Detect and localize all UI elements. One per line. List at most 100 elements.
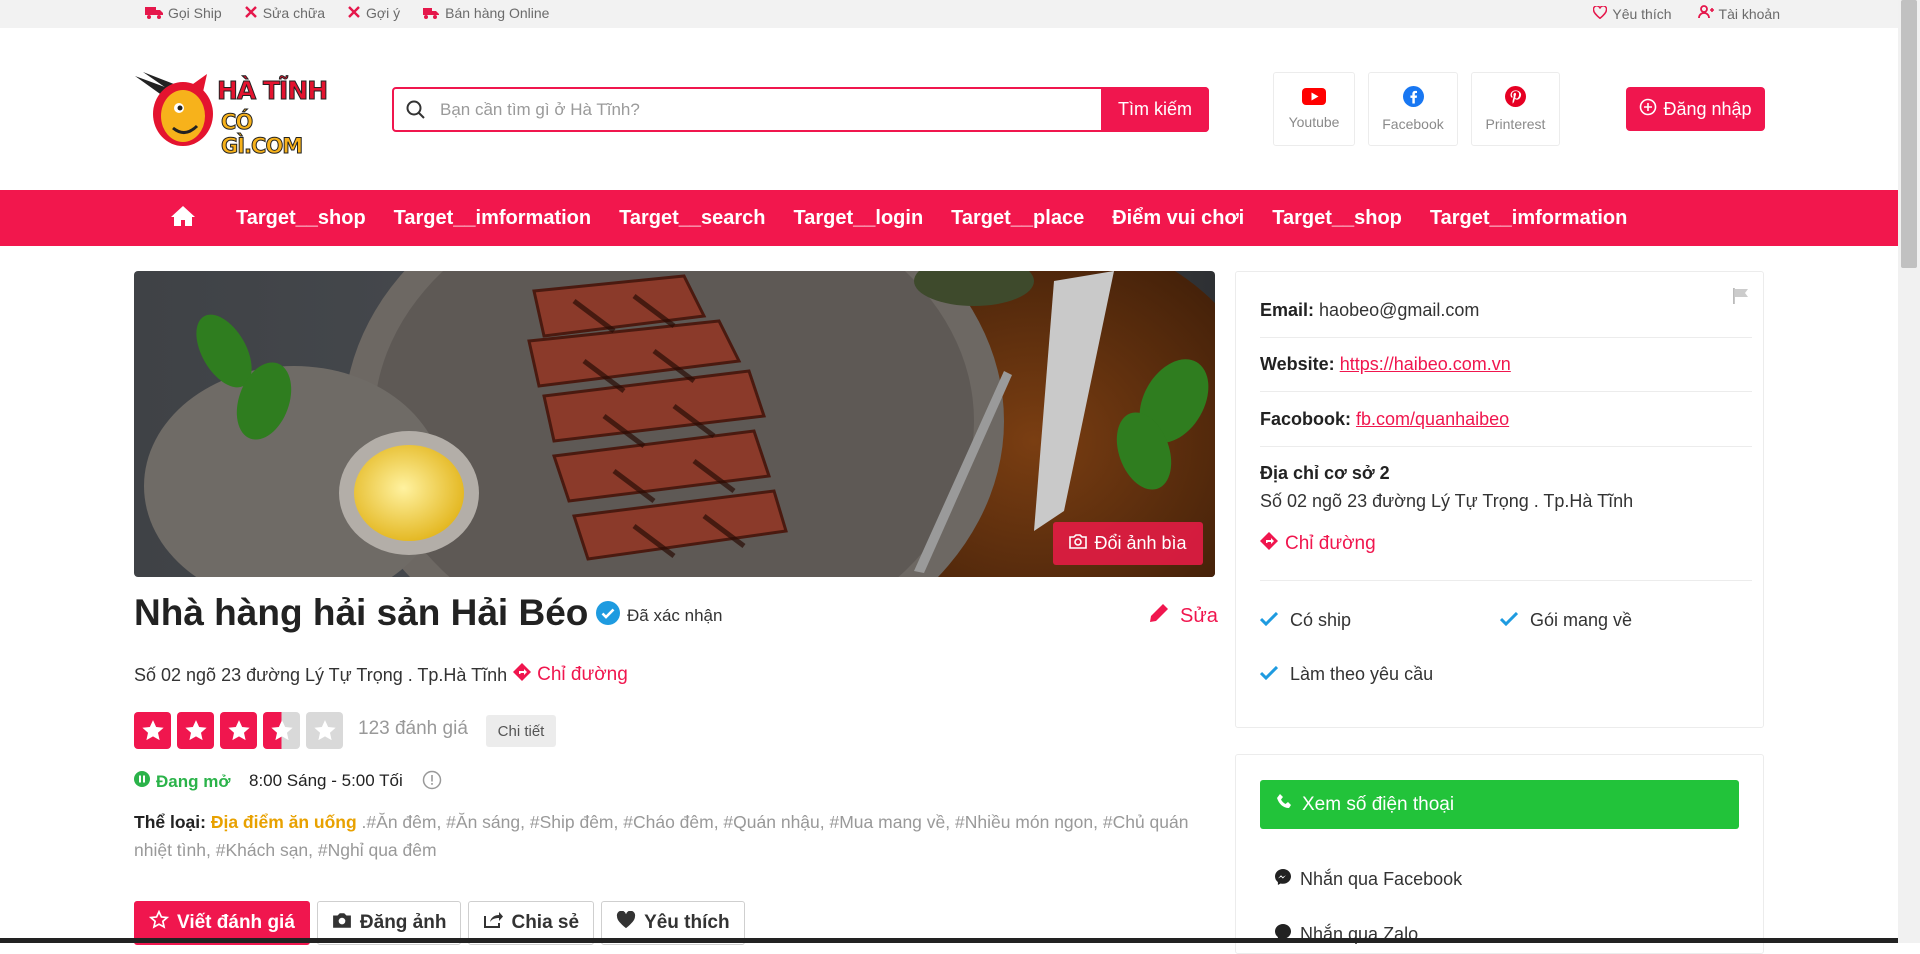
nav-item-login[interactable]: Target__login [794,207,924,230]
camera-icon [1069,533,1088,554]
star-2[interactable] [177,712,214,749]
email-label: Email: [1260,300,1315,320]
delivery-icon [422,5,440,21]
youtube-link[interactable]: Youtube [1273,72,1355,146]
favorite-label: Yêu thích [644,912,730,933]
address-text: Số 02 ngõ 23 đường Lý Tự Trọng . Tp.Hà T… [134,664,508,685]
check-icon [1259,664,1279,685]
nav-item-place[interactable]: Target__place [951,207,1084,230]
feature-custom-order-label: Làm theo yêu cầu [1290,664,1434,684]
search-icon [394,89,438,130]
directions-link[interactable]: Chỉ đường [513,663,628,687]
topbar-suggest-label: Gợi ý [366,5,401,21]
change-cover-button[interactable]: Đổi ảnh bìa [1053,522,1203,565]
login-label: Đăng nhập [1663,98,1752,119]
website-link[interactable]: https://haibeo.com.vn [1340,354,1511,374]
star-4[interactable] [263,712,300,749]
category-label: Thể loại: [134,812,206,832]
topbar-favorite-link[interactable]: Yêu thích [1593,4,1672,22]
star-5[interactable] [306,712,343,749]
plus-circle-icon [1639,98,1657,121]
pinterest-label: Printerest [1485,116,1546,132]
search-button[interactable]: Tìm kiếm [1101,87,1209,132]
search-bar: Tìm kiếm [392,87,1209,132]
directions-label: Chỉ đường [537,664,628,685]
facebook-link[interactable]: Facebook [1368,72,1458,146]
feature-takeaway-label: Gói mang về [1530,610,1633,630]
email-row: Email: haobeo@gmail.com [1260,300,1752,321]
bottom-edge [0,938,1898,943]
messenger-label: Nhắn qua Facebook [1300,869,1463,889]
verified-label: Đã xác nhận [627,605,723,625]
heart-icon [616,910,636,935]
facebook-icon [1402,86,1424,110]
star-3[interactable] [220,712,257,749]
nav-item-shop[interactable]: Target__shop [236,207,366,230]
info-icon[interactable] [422,770,442,795]
divider [1260,337,1752,338]
rating-stars[interactable] [134,712,343,749]
feature-custom-order: Làm theo yêu cầu [1259,664,1434,685]
branch-directions-link[interactable]: Chỉ đường [1260,532,1376,556]
truck-icon [145,6,163,21]
nav-item-imformation[interactable]: Target__imformation [394,207,591,230]
star-icon [184,719,207,740]
main-nav: Target__shop Target__imformation Target_… [0,190,1898,246]
star-half-icon [270,719,293,740]
star-icon [227,719,250,740]
nav-home[interactable] [158,205,208,232]
login-button[interactable]: Đăng nhập [1626,87,1765,131]
feature-ship: Có ship [1259,610,1351,631]
show-phone-button[interactable]: Xem số điện thoại [1260,780,1739,829]
nav-item-imformation-2[interactable]: Target__imformation [1430,207,1627,230]
website-label: Website: [1260,354,1335,374]
topbar-ship-link[interactable]: Gọi Ship [145,5,222,21]
nav-item-entertainment[interactable]: Điểm vui chơi [1112,207,1244,230]
topbar-repair-link[interactable]: Sửa chữa [244,5,325,21]
divider [1260,446,1752,447]
divider [1260,580,1752,581]
pinterest-link[interactable]: Printerest [1471,72,1560,146]
edit-button[interactable]: Sửa [1148,602,1218,630]
top-utility-bar: Gọi Ship Sửa chữa Gợi ý Bán hàng Online [0,0,1898,28]
change-cover-label: Đổi ảnh bìa [1094,533,1187,553]
directions-icon [1260,532,1278,556]
topbar-account-label: Tài khoản [1718,5,1780,22]
star-icon [141,719,164,740]
facebook-page-link[interactable]: fb.com/quanhaibeo [1356,409,1509,429]
tools-icon [244,5,258,21]
logo-text-top: HÀ TĨNH [216,76,328,106]
open-status-label: Đang mở [156,771,231,791]
youtube-label: Youtube [1288,114,1340,130]
topbar-sell-online-label: Bán hàng Online [445,5,550,21]
phone-icon [1276,793,1294,817]
topbar-sell-online-link[interactable]: Bán hàng Online [422,5,549,21]
place-title: Nhà hàng hải sản Hải Béo [134,592,589,633]
nav-item-search[interactable]: Target__search [619,207,765,230]
website-row: Website: https://haibeo.com.vn [1260,354,1752,375]
category-name[interactable]: Địa điểm ăn uống [211,812,357,832]
nav-item-shop-2[interactable]: Target__shop [1272,207,1402,230]
share-label: Chia sẻ [511,912,580,933]
branch-title: Địa chỉ cơ sở 2 [1260,463,1752,484]
star-outline-icon [148,909,170,936]
pause-circle-icon [134,771,150,792]
topbar-suggest-link[interactable]: Gợi ý [347,5,400,21]
search-input[interactable] [438,89,1101,130]
star-icon [313,719,336,740]
messenger-link[interactable]: Nhắn qua Facebook [1274,868,1462,891]
site-logo[interactable]: HÀ TĨNH CÓ GÌ.COM [133,70,337,159]
email-value[interactable]: haobeo@gmail.com [1319,300,1479,320]
check-icon [1259,610,1279,631]
scrollbar-thumb[interactable] [1901,0,1917,268]
divider [1260,391,1752,392]
branch-label: Địa chỉ cơ sở 2 [1260,463,1390,483]
heart-icon [1593,4,1608,22]
check-icon [1499,610,1519,631]
topbar-account-link[interactable]: Tài khoản [1697,5,1780,22]
branch-address: Số 02 ngõ 23 đường Lý Tự Trọng . Tp.Hà T… [1260,491,1634,511]
pinterest-icon [1505,86,1526,110]
verified-check-icon [596,601,620,630]
star-1[interactable] [134,712,171,749]
rating-details-button[interactable]: Chi tiết [486,715,556,747]
